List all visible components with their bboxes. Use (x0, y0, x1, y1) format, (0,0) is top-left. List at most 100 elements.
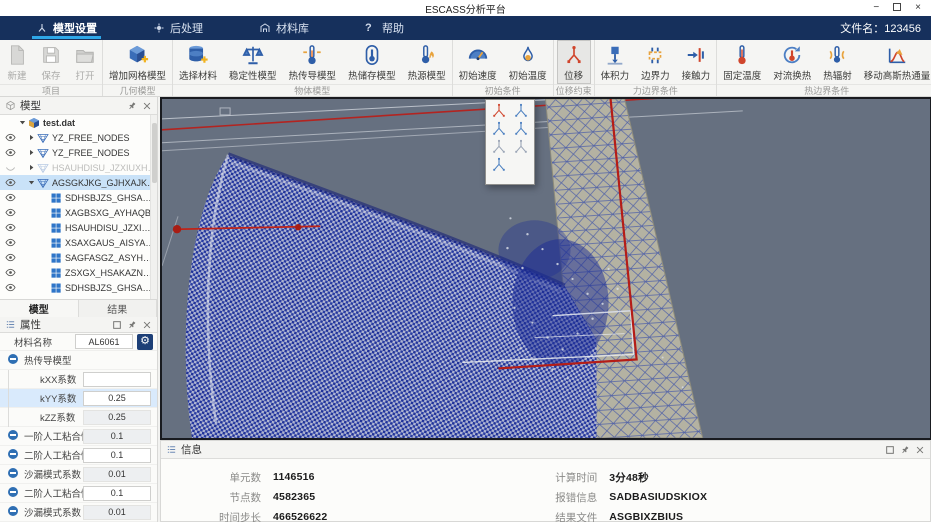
toolbar-button[interactable]: 稳定性模型 (223, 40, 283, 84)
property-value[interactable]: 0.01 (83, 467, 151, 482)
caret-down-icon[interactable] (27, 178, 36, 187)
toolbar-button[interactable]: 接触力 (676, 40, 717, 84)
eye-open-icon[interactable] (3, 237, 18, 248)
caret-down-icon[interactable] (18, 118, 27, 127)
property-value[interactable]: 0.25 (83, 391, 151, 406)
toolbar-button[interactable]: 选择材料 (173, 40, 223, 84)
caret-right-icon[interactable] (27, 133, 36, 142)
toolbar-button[interactable]: 保存 (34, 40, 68, 84)
toolbar-button[interactable]: 热源模型 (402, 40, 452, 84)
caret-right-icon[interactable] (27, 148, 36, 157)
property-row[interactable]: kYY系数 0.25 (0, 389, 157, 408)
minus-circle-icon[interactable] (8, 449, 20, 461)
property-value[interactable]: 0.01 (83, 505, 151, 520)
viewport[interactable] (160, 97, 931, 440)
eye-open-icon[interactable] (3, 207, 18, 218)
eye-open-icon[interactable] (3, 132, 18, 143)
eye-open-icon[interactable] (3, 282, 18, 293)
info-field-value: SADBASIUDSKIOX (609, 491, 707, 503)
tree-item[interactable]: YZ_FREE_NODES (0, 130, 157, 145)
toolbar-button[interactable]: 对流换热 (767, 40, 817, 84)
displacement-option[interactable] (491, 157, 507, 173)
toolbar-button[interactable]: 热辐射 (817, 40, 858, 84)
toolbar-button[interactable]: 边界力 (635, 40, 676, 84)
property-row[interactable]: 热传导模型 (0, 351, 157, 370)
toolbar-button[interactable]: 新建 (0, 40, 34, 84)
property-row[interactable]: 沙漏模式系数 0.01 (0, 503, 157, 522)
property-row[interactable]: 一阶人工粘合性 0.1 (0, 427, 157, 446)
toolbar-button[interactable]: 初始速度 (453, 40, 503, 84)
toolbar-button[interactable]: 位移 (557, 40, 591, 84)
eye-off-icon[interactable] (3, 162, 18, 173)
minimize-button[interactable]: − (873, 3, 879, 13)
eye-open-icon[interactable] (3, 252, 18, 263)
tree-item[interactable]: HSAUHDISU_JZXIUXHAHX (0, 160, 157, 175)
property-value[interactable]: 0.1 (83, 448, 151, 463)
restore-box-icon[interactable] (112, 320, 122, 330)
pin-icon[interactable] (127, 101, 137, 111)
close-small-icon[interactable] (142, 320, 152, 330)
displacement-option[interactable] (491, 139, 507, 155)
caret-right-icon[interactable] (27, 163, 36, 172)
tree-item[interactable]: HSAUHDISU_JZXIUXHAHX (0, 220, 157, 235)
eye-open-icon[interactable] (3, 192, 18, 203)
tree-item[interactable]: XAGBSXG_AYHAQBJ (0, 205, 157, 220)
sidebar-tab[interactable]: 模型 (0, 300, 79, 317)
property-row[interactable]: kZZ系数 0.25 (0, 408, 157, 427)
eye-open-icon[interactable] (3, 177, 18, 188)
toolbar-button[interactable]: 打开 (68, 40, 102, 84)
close-small-icon[interactable] (915, 445, 925, 455)
toolbar-button[interactable]: 初始温度 (503, 40, 553, 84)
minus-circle-icon[interactable] (8, 468, 20, 480)
property-row[interactable]: 二阶人工粘合性 0.1 (0, 446, 157, 465)
material-name-input[interactable] (75, 334, 133, 349)
tree-item[interactable]: SDHSBJZS_GHSABJHB_ZAHU (0, 190, 157, 205)
menu-item[interactable]: 材料库 (253, 16, 315, 40)
displacement-option[interactable] (513, 139, 529, 155)
property-row[interactable]: kXX系数 (0, 370, 157, 389)
menu-item[interactable]: 后处理 (147, 16, 209, 40)
eye-open-icon[interactable] (3, 222, 18, 233)
property-value[interactable]: 0.1 (83, 429, 151, 444)
property-row[interactable]: 二阶人工粘合性 0.1 (0, 484, 157, 503)
menu-item[interactable]: ? 帮助 (359, 16, 410, 40)
eye-open-icon[interactable] (3, 267, 18, 278)
eye-open-icon[interactable] (3, 147, 18, 158)
tree-item[interactable]: XSAXGAUS_AISYAQSH_ASHX (0, 235, 157, 250)
displacement-option[interactable] (491, 103, 507, 119)
tree-scrollbar-thumb[interactable] (152, 123, 157, 183)
minus-circle-icon[interactable] (8, 506, 20, 518)
pin-icon[interactable] (900, 445, 910, 455)
minus-circle-icon[interactable] (8, 487, 20, 499)
tree-item[interactable]: ZSXGX_HSAKAZNZXK_AMASX (0, 265, 157, 280)
displacement-option[interactable] (513, 103, 529, 119)
menu-item[interactable]: 模型设置 (30, 16, 103, 40)
displacement-option[interactable] (491, 121, 507, 137)
tree-item[interactable]: SAGFASGZ_ASYHHXSN (0, 250, 157, 265)
toolbar-button[interactable]: 固定温度 (717, 40, 767, 84)
tree-item[interactable]: test.dat (0, 115, 157, 130)
toolbar-button[interactable]: 热传导模型 (283, 40, 343, 84)
property-value[interactable]: 0.25 (83, 410, 151, 425)
material-settings-button[interactable]: ⚙ (137, 334, 153, 350)
sidebar-tab[interactable]: 结果 (79, 300, 158, 317)
pin-icon[interactable] (127, 320, 137, 330)
close-small-icon[interactable] (142, 101, 152, 111)
minus-circle-icon[interactable] (8, 430, 20, 442)
toolbar-button[interactable]: 移动高斯热通量 (858, 40, 931, 84)
toolbar-button[interactable]: 增加网格模型 (103, 40, 172, 84)
maximize-button[interactable] (893, 3, 901, 14)
close-button[interactable]: × (915, 3, 921, 13)
tree-item[interactable]: AGSGKJKG_GJHXAJKHXA (0, 175, 157, 190)
toolbar-button[interactable]: 热储存模型 (342, 40, 402, 84)
tree-item[interactable]: YZ_FREE_NODES (0, 145, 157, 160)
minus-circle-icon[interactable] (8, 354, 20, 366)
property-value[interactable]: 0.1 (83, 486, 151, 501)
restore-box-icon[interactable] (885, 445, 895, 455)
displacement-option[interactable] (513, 121, 529, 137)
toolbar-button[interactable]: 体积力 (595, 40, 636, 84)
property-row[interactable]: 沙漏模式系数 0.01 (0, 465, 157, 484)
property-value[interactable] (83, 372, 151, 387)
tree-scrollbar[interactable] (150, 115, 157, 299)
tree-item[interactable]: SDHSBJZS_GHSABJHB_ZAHU (0, 280, 157, 295)
